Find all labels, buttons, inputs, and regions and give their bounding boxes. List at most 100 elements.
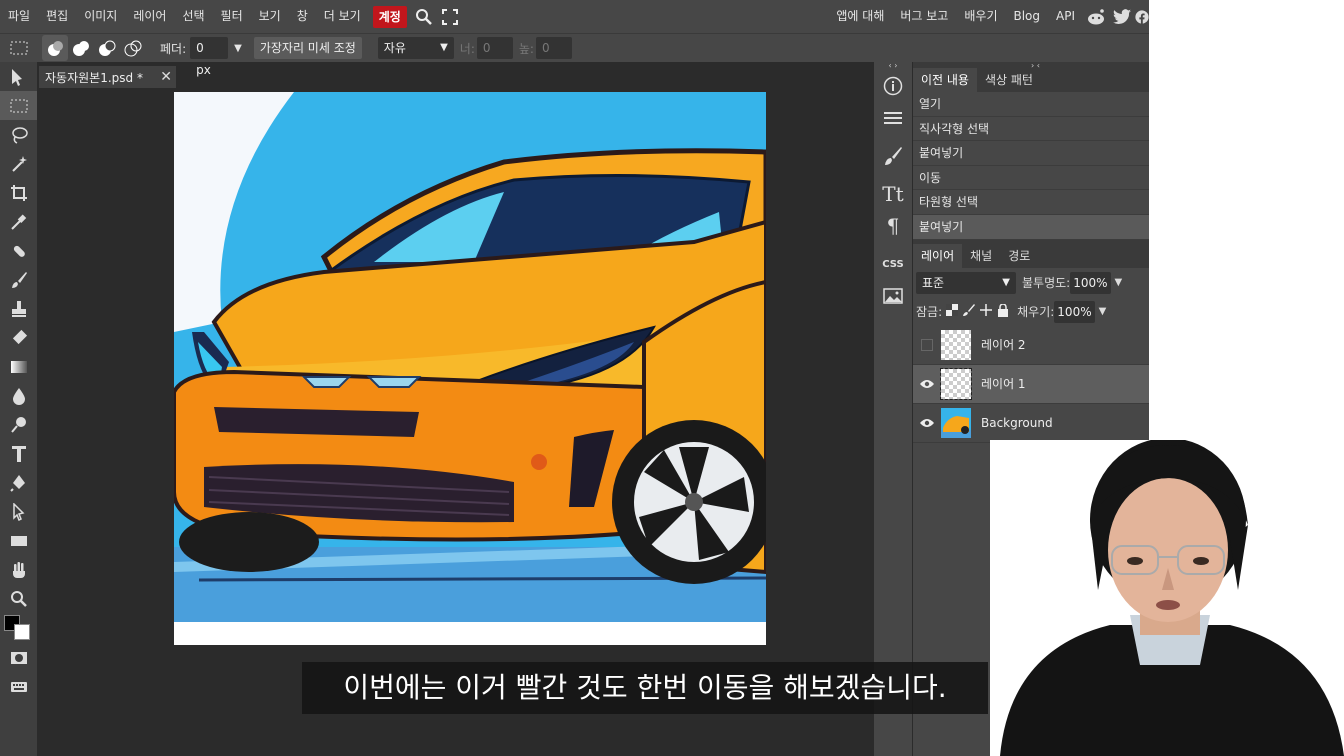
subtract-selection-icon[interactable] [94,35,120,61]
blur-tool-icon[interactable] [0,381,37,410]
layer-row[interactable]: Background [913,404,1149,443]
menu-window[interactable]: 창 [289,0,316,33]
feather-label: 페더: [160,41,187,56]
layer-row[interactable]: 레이어 2 [913,326,1149,365]
keyboard-icon[interactable] [0,672,37,701]
image-icon[interactable] [874,280,912,312]
pen-tool-icon[interactable] [0,468,37,497]
path-select-tool-icon[interactable] [0,497,37,526]
menu-edit[interactable]: 편집 [38,0,76,33]
lock-transparency-icon[interactable] [946,304,959,319]
feather-input[interactable]: 0 px [190,37,229,77]
chevron-down-icon: ▼ [1002,276,1010,288]
dodge-tool-icon[interactable] [0,410,37,439]
tab-layers[interactable]: 레이어 [913,243,963,268]
menu-about[interactable]: 앱에 대해 [828,0,892,33]
eyedropper-tool-icon[interactable] [0,207,37,236]
menu-view[interactable]: 보기 [251,0,289,33]
opacity-dropdown-icon[interactable]: ▼ [1115,277,1123,288]
menu-bug-report[interactable]: 버그 보고 [892,0,956,33]
menu-file[interactable]: 파일 [0,0,38,33]
lock-label: 잠금: [916,305,943,320]
menu-api[interactable]: API [1048,0,1083,33]
menu-select[interactable]: 선택 [174,0,212,33]
layer-row[interactable]: 레이어 1 [913,364,1149,404]
menu-blog[interactable]: Blog [1005,0,1048,33]
collapse-arrows-icon[interactable]: › ‹ [1031,62,1040,70]
feather-dropdown-icon[interactable]: ▼ [234,43,242,54]
rect-select-icon[interactable] [6,35,32,61]
close-icon[interactable]: ✕ [160,69,172,85]
move-tool-icon[interactable] [0,62,37,91]
tab-swatches[interactable]: 색상 패턴 [977,68,1041,92]
hand-tool-icon[interactable] [0,555,37,584]
color-swatches[interactable] [0,613,37,643]
visibility-toggle-off[interactable] [913,338,941,351]
menu-learn[interactable]: 배우기 [956,0,1005,33]
text-tool-icon[interactable] [0,439,37,468]
menu-layer[interactable]: 레이어 [125,0,174,33]
refine-edge-button[interactable]: 가장자리 미세 조정 [253,37,362,59]
crop-tool-icon[interactable] [0,178,37,207]
lock-all-icon[interactable] [997,302,1009,320]
opacity-input[interactable]: 100% [1070,271,1111,294]
fill-input[interactable]: 100% [1054,300,1095,323]
history-item[interactable]: 이동 [913,166,1149,191]
add-selection-icon[interactable] [68,35,94,61]
css-icon[interactable]: CSS [874,248,912,280]
style-select[interactable]: 자유 ▼ [377,37,454,59]
intersect-selection-icon[interactable] [120,35,146,61]
width-input[interactable]: 0 [476,37,513,59]
width-label: 너: [459,41,475,56]
magic-wand-tool-icon[interactable] [0,149,37,178]
brush-settings-icon[interactable] [874,140,912,172]
reddit-icon[interactable] [1083,0,1109,33]
brush-tool-icon[interactable] [0,265,37,294]
collapse-arrows-icon[interactable]: ‹ › [874,62,912,70]
blend-mode-value: 표준 [922,275,945,290]
paragraph-icon[interactable]: ¶ [874,210,912,242]
eye-icon[interactable] [913,379,941,389]
history-item[interactable]: 붙여넣기 [913,141,1149,166]
eraser-tool-icon[interactable] [0,323,37,352]
menu-image[interactable]: 이미지 [76,0,125,33]
marquee-tool-icon[interactable] [0,91,37,120]
quick-mask-icon[interactable] [0,643,37,672]
document-canvas[interactable] [174,92,766,645]
info-icon[interactable] [874,70,912,102]
menu-filter[interactable]: 필터 [213,0,251,33]
eye-icon[interactable] [913,418,941,428]
panel-icon-strip: ‹ › Tt ¶ CSS [874,62,912,756]
lock-paint-icon[interactable] [963,304,976,319]
background-color-swatch[interactable] [14,624,30,640]
history-item[interactable]: 타원형 선택 [913,190,1149,215]
tab-history[interactable]: 이전 내용 [913,68,977,92]
gradient-tool-icon[interactable] [0,352,37,381]
healing-brush-tool-icon[interactable] [0,236,37,265]
document-tab[interactable]: 자동자원본1.psd * ✕ [39,66,176,88]
tab-channels[interactable]: 채널 [962,244,1000,268]
layer-blend-row: 표준 ▼ 불투명도: 100% ▼ [913,268,1149,298]
menu-more[interactable]: 더 보기 [316,0,369,33]
fill-dropdown-icon[interactable]: ▼ [1099,306,1107,317]
adjustments-icon[interactable] [874,102,912,134]
zoom-tool-icon[interactable] [0,584,37,613]
new-selection-icon[interactable] [42,35,68,61]
menu-account[interactable]: 계정 [372,5,407,28]
height-input[interactable]: 0 [535,37,572,59]
layer-thumbnail [941,329,971,360]
character-icon[interactable]: Tt [874,178,912,210]
tab-paths[interactable]: 경로 [1000,244,1038,268]
search-icon[interactable] [411,0,437,33]
blend-mode-select[interactable]: 표준 ▼ [916,271,1016,294]
history-item[interactable]: 직사각형 선택 [913,117,1149,142]
history-item[interactable]: 열기 [913,92,1149,117]
facebook-icon[interactable] [1135,0,1149,33]
lock-move-icon[interactable] [980,304,993,319]
fullscreen-icon[interactable] [437,0,463,33]
lasso-tool-icon[interactable] [0,120,37,149]
shape-tool-icon[interactable] [0,526,37,555]
twitter-icon[interactable] [1109,0,1135,33]
history-item[interactable]: 붙여넣기 [913,214,1149,240]
stamp-tool-icon[interactable] [0,294,37,323]
